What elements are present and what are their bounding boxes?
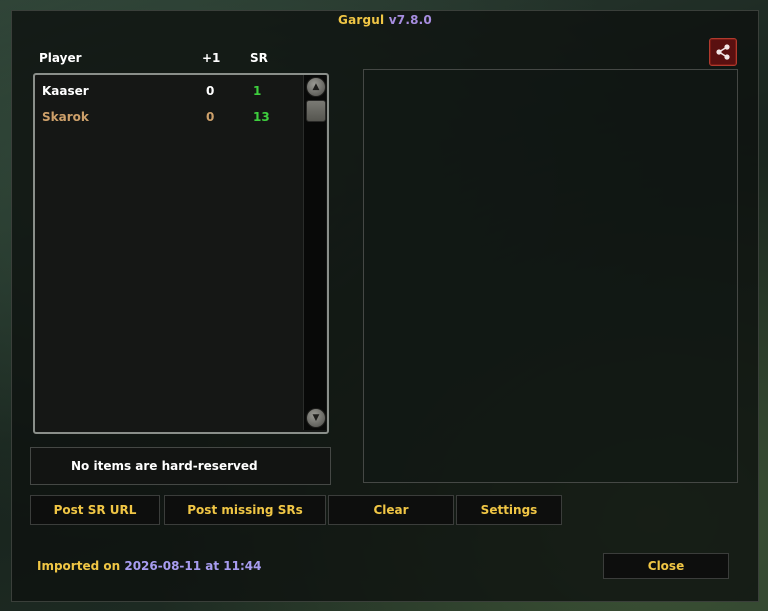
post-missing-srs-button[interactable]: Post missing SRs xyxy=(164,495,326,525)
player-name: Kaaser xyxy=(42,84,89,98)
scroll-up-icon[interactable]: ▲ xyxy=(306,77,326,97)
hard-reserve-message: No items are hard-reserved xyxy=(71,459,258,473)
player-list: Kaaser 0 1 Skarok 0 13 ▲ ▼ xyxy=(33,73,329,434)
player-list-scrollbar[interactable]: ▲ ▼ xyxy=(303,75,326,430)
imported-timestamp: 2026-08-11 at 11:44 xyxy=(124,559,262,573)
close-button[interactable]: Close xyxy=(603,553,729,579)
import-info: Imported on 2026-08-11 at 11:44 xyxy=(37,559,262,573)
addon-version: v7.8.0 xyxy=(388,13,432,27)
column-header-plus-one[interactable]: +1 xyxy=(202,51,220,65)
column-header-sr[interactable]: SR xyxy=(250,51,268,65)
reserve-details-panel xyxy=(363,69,738,483)
hard-reserve-panel: No items are hard-reserved xyxy=(30,447,331,485)
column-header-player[interactable]: Player xyxy=(39,51,82,65)
settings-button[interactable]: Settings xyxy=(456,495,562,525)
share-button[interactable] xyxy=(709,38,737,66)
sr-count: 1 xyxy=(253,84,262,98)
player-row[interactable]: Kaaser 0 1 xyxy=(35,80,305,102)
addon-name: Gargul xyxy=(338,13,385,27)
plus-one-value: 0 xyxy=(206,110,215,124)
imported-label: Imported on xyxy=(37,559,121,573)
clear-button[interactable]: Clear xyxy=(328,495,454,525)
post-sr-url-button[interactable]: Post SR URL xyxy=(30,495,160,525)
scroll-down-icon[interactable]: ▼ xyxy=(306,408,326,428)
window-title: Gargul v7.8.0 xyxy=(12,13,758,27)
plus-one-value: 0 xyxy=(206,84,215,98)
gargul-window: Gargul v7.8.0 Player +1 SR Kaaser 0 1 Sk… xyxy=(11,10,759,602)
player-name: Skarok xyxy=(42,110,89,124)
scrollbar-thumb[interactable] xyxy=(306,100,326,122)
sr-count: 13 xyxy=(253,110,270,124)
share-icon xyxy=(716,44,730,60)
player-row[interactable]: Skarok 0 13 xyxy=(35,106,305,128)
